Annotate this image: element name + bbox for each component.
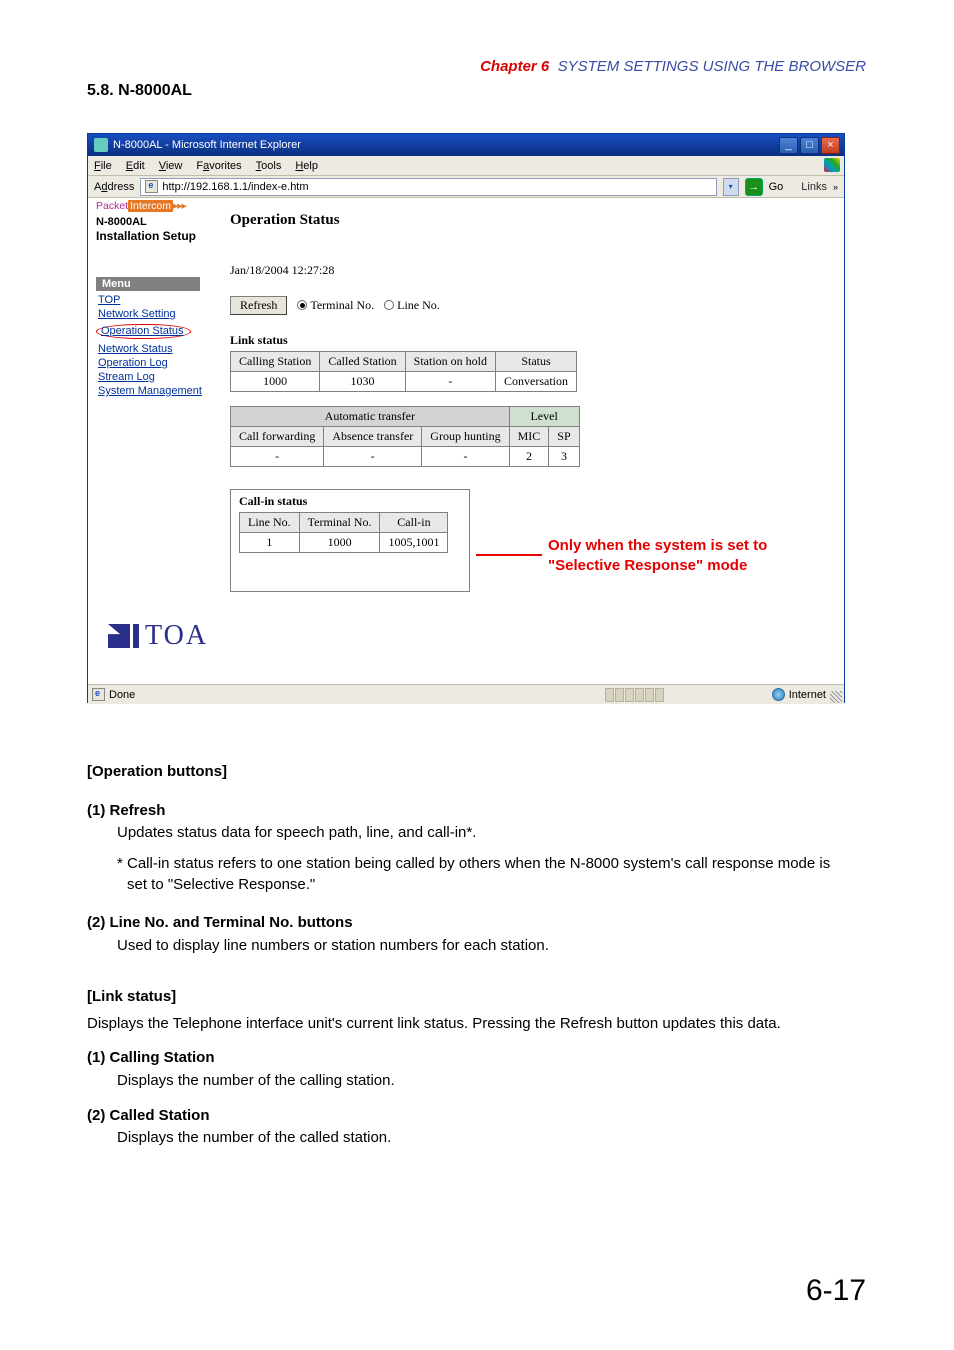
links-chevron-icon[interactable]: » [833, 182, 838, 192]
col-calling: Calling Station [231, 352, 320, 372]
refresh-head: (1) Refresh [87, 801, 847, 822]
menu-header: Menu [96, 277, 200, 291]
lineno-head: (2) Line No. and Terminal No. buttons [87, 913, 847, 934]
nav-system-management[interactable]: System Management [96, 385, 210, 397]
internet-zone-icon [772, 688, 785, 701]
link-text: Displays the Telephone interface unit's … [87, 1014, 847, 1035]
col-terminal-no: Terminal No. [299, 513, 380, 533]
page-number: 6-17 [806, 1274, 866, 1308]
callin-status-box: Call-in status Line No. Terminal No. Cal… [230, 489, 470, 592]
nav-operation-log[interactable]: Operation Log [96, 357, 210, 369]
packet-intercom-logo: PacketIntercom▸▸▸ [96, 200, 186, 212]
zone-label: Internet [789, 689, 826, 701]
section-title: 5.8. N-8000AL [87, 82, 192, 100]
radio-terminal[interactable]: Terminal No. [297, 298, 374, 313]
callin-table: Line No. Terminal No. Call-in 1 1000 100… [239, 512, 448, 553]
radio-line[interactable]: Line No. [384, 298, 440, 313]
callin-heading: Call-in status [239, 494, 461, 509]
operation-status-heading: Operation Status [230, 212, 830, 229]
status-bar: Done Internet [88, 684, 844, 704]
col-status: Status [496, 352, 577, 372]
ie-logo-icon [824, 158, 840, 172]
nav-network-status[interactable]: Network Status [96, 343, 210, 355]
address-bar: Address http://192.168.1.1/index-e.htm ▾… [88, 176, 844, 198]
calling-station-head: (1) Calling Station [87, 1048, 847, 1069]
nav-network-setting[interactable]: Network Setting [96, 308, 210, 320]
timestamp: Jan/18/2004 12:27:28 [230, 263, 830, 278]
refresh-note: * Call-in status refers to one station b… [117, 854, 847, 895]
maximize-button[interactable]: □ [800, 137, 819, 154]
table-row: 1000 1030 - Conversation [231, 372, 577, 392]
col-line-no: Line No. [240, 513, 300, 533]
lineno-text: Used to display line numbers or station … [117, 936, 847, 957]
annotation-text: Only when the system is set to "Selectiv… [548, 536, 767, 577]
window-title: N-8000AL - Microsoft Internet Explorer [113, 139, 301, 151]
chapter-title: SYSTEM SETTINGS USING THE BROWSER [558, 58, 866, 75]
nav-stream-log[interactable]: Stream Log [96, 371, 210, 383]
menu-file[interactable]: File [94, 160, 112, 172]
table-row: - - - 2 3 [231, 447, 580, 467]
browser-window: N-8000AL - Microsoft Internet Explorer _… [87, 133, 845, 703]
ie-icon [94, 138, 108, 152]
link-status-heading: Link status [230, 333, 830, 348]
refresh-text: Updates status data for speech path, lin… [117, 823, 847, 844]
called-station-head: (2) Called Station [87, 1106, 847, 1127]
col-cfwd: Call forwarding [231, 427, 324, 447]
menu-bar: File Edit View Favorites Tools Help [88, 156, 844, 176]
menu-tools[interactable]: Tools [256, 160, 282, 172]
address-input[interactable]: http://192.168.1.1/index-e.htm [140, 178, 716, 196]
toa-logo: TOA [108, 620, 208, 652]
address-dropdown[interactable]: ▾ [723, 178, 739, 196]
col-called: Called Station [320, 352, 405, 372]
page-icon [145, 180, 158, 193]
menu-favorites[interactable]: Favorites [196, 160, 241, 172]
col-abs: Absence transfer [324, 427, 422, 447]
links-label[interactable]: Links [801, 181, 827, 193]
titlebar: N-8000AL - Microsoft Internet Explorer _… [88, 134, 844, 156]
auto-transfer-header: Automatic transfer [231, 407, 510, 427]
status-done: Done [109, 689, 135, 701]
level-header: Level [509, 407, 579, 427]
go-button[interactable]: → [745, 178, 763, 196]
ops-section-head: [Operation buttons] [87, 762, 847, 783]
menu-edit[interactable]: Edit [126, 160, 145, 172]
called-station-text: Displays the number of the called statio… [117, 1128, 847, 1149]
col-hold: Station on hold [405, 352, 495, 372]
auto-transfer-table: Automatic transfer Level Call forwarding… [230, 406, 580, 467]
calling-station-text: Displays the number of the calling stati… [117, 1071, 847, 1092]
address-value: http://192.168.1.1/index-e.htm [162, 181, 308, 193]
link-section-head: [Link status] [87, 987, 847, 1008]
table-row: 1 1000 1005,1001 [240, 533, 448, 553]
chapter-label: Chapter 6 [480, 58, 549, 75]
resize-grip-icon[interactable] [830, 691, 842, 703]
col-mic: MIC [509, 427, 549, 447]
go-label: Go [769, 181, 784, 193]
address-label: Address [94, 181, 134, 193]
close-button[interactable]: × [821, 137, 840, 154]
menu-help[interactable]: Help [295, 160, 318, 172]
refresh-button[interactable]: Refresh [230, 296, 287, 315]
link-status-table: Calling Station Called Station Station o… [230, 351, 577, 392]
minimize-button[interactable]: _ [779, 137, 798, 154]
done-icon [92, 688, 105, 701]
col-callin: Call-in [380, 513, 448, 533]
col-sp: SP [549, 427, 579, 447]
model-label: N-8000AL [96, 216, 210, 228]
menu-view[interactable]: View [159, 160, 183, 172]
annotation-leader-line [476, 554, 542, 556]
nav-top[interactable]: TOP [96, 294, 210, 306]
col-grp: Group hunting [422, 427, 509, 447]
install-title: Installation Setup [96, 229, 210, 243]
nav-operation-status[interactable]: Operation Status [96, 324, 191, 339]
